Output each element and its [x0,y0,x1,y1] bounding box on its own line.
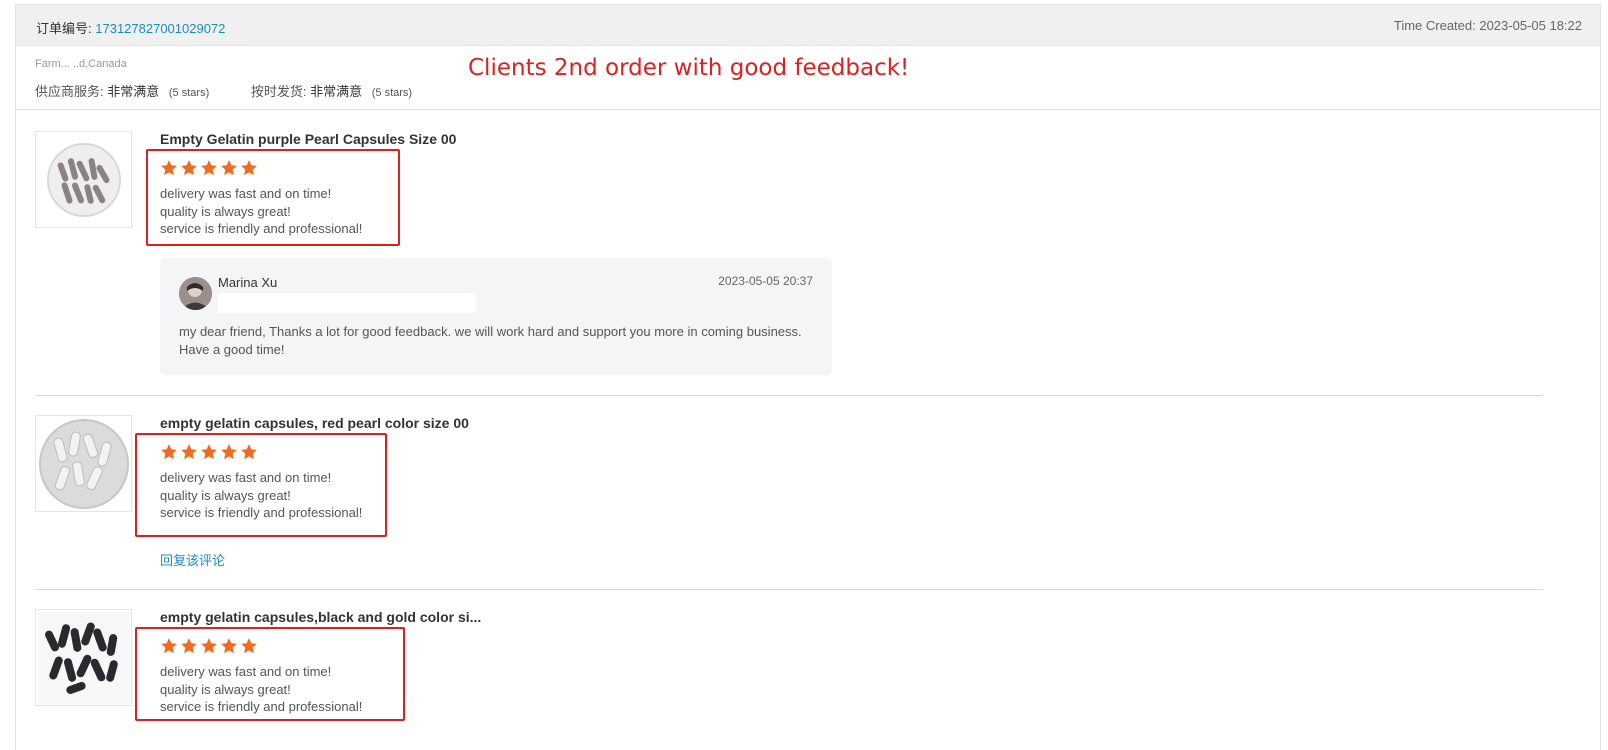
star-icon [181,160,197,176]
reply-to-review-link[interactable]: 回复该评论 [160,550,225,569]
supplier-service-value: 非常满意 [107,84,160,99]
product-title[interactable]: empty gelatin capsules,black and gold co… [160,609,481,625]
review-line: delivery was fast and on time! [160,186,332,201]
annotation-text: Clients 2nd order with good feedback! [468,55,910,81]
review-line: quality is always great! [160,487,291,503]
star-icon [181,444,197,460]
star-rating [160,637,258,655]
order-review-card: 订单编号: 173127827001029072 Time Created: 2… [15,4,1601,750]
ontime-shipping-rating: 按时发货: 非常满意 (5 stars) [251,81,412,100]
reply-text: my dear friend, Thanks a lot for good fe… [179,324,802,357]
review-line: service is friendly and professional! [160,505,363,520]
order-header: 订单编号: 173127827001029072 Time Created: 2… [16,5,1600,46]
star-icon [221,160,237,176]
star-icon [241,638,257,654]
reply-author: Marina Xu [218,275,278,290]
product-thumbnail[interactable] [35,609,132,706]
review-text: delivery was fast and on time! quality i… [160,663,362,716]
avatar-image [179,277,212,310]
avatar [179,277,212,310]
ontime-shipping-value: 非常满意 [310,84,363,99]
star-icon [241,160,257,176]
star-rating [160,159,258,177]
store-ratings: 供应商服务: 非常满意 (5 stars) 按时发货: 非常满意 (5 star… [35,81,450,100]
ontime-shipping-stars: (5 stars) [371,87,413,99]
star-icon [161,638,177,654]
star-icon [201,160,217,176]
review-text: delivery was fast and on time! quality i… [160,469,362,522]
purple-capsules-image [46,142,121,217]
review-line: service is friendly and professional! [160,221,363,236]
star-icon [241,444,257,460]
review-line: delivery was fast and on time! [160,664,332,679]
review-text: delivery was fast and on time! quality i… [160,185,362,238]
product-thumbnail[interactable] [35,131,132,228]
buyer-address: Farm... ..d,Canada [35,58,127,70]
ontime-shipping-label: 按时发货: [250,84,307,99]
star-icon [221,444,237,460]
supplier-service-label: 供应商服务: [35,84,104,99]
review-item: Empty Gelatin purple Pearl Capsules Size… [35,131,1543,396]
review-line: quality is always great! [160,203,291,219]
star-rating [160,443,258,461]
supplier-service-rating: 供应商服务: 非常满意 (5 stars) [35,81,209,100]
star-icon [201,444,217,460]
star-icon [161,444,177,460]
star-icon [221,638,237,654]
redacted-area [218,293,476,313]
review-line: quality is always great! [160,681,291,697]
time-created: Time Created: 2023-05-05 18:22 [1393,18,1582,33]
review-line: delivery was fast and on time! [160,470,332,485]
order-number-row: 订单编号: 173127827001029072 [36,18,225,37]
star-icon [181,638,197,654]
black-capsules-image [37,611,130,704]
product-title[interactable]: Empty Gelatin purple Pearl Capsules Size… [160,131,456,147]
reply-date: 2023-05-05 20:37 [718,274,813,288]
star-icon [201,638,217,654]
star-icon [161,160,177,176]
product-thumbnail[interactable] [35,415,132,512]
review-line: service is friendly and professional! [160,699,363,714]
review-item: empty gelatin capsules, red pearl color … [35,415,1543,590]
supplier-service-stars: (5 stars) [168,87,210,99]
clear-capsules-image [38,418,129,509]
order-number-link[interactable]: 173127827001029072 [95,21,225,36]
seller-reply: Marina Xu 2023-05-05 20:37 my dear frien… [160,258,832,375]
order-number-label: 订单编号: [36,21,92,36]
product-title[interactable]: empty gelatin capsules, red pearl color … [160,415,469,431]
review-item: empty gelatin capsules,black and gold co… [35,609,1543,739]
